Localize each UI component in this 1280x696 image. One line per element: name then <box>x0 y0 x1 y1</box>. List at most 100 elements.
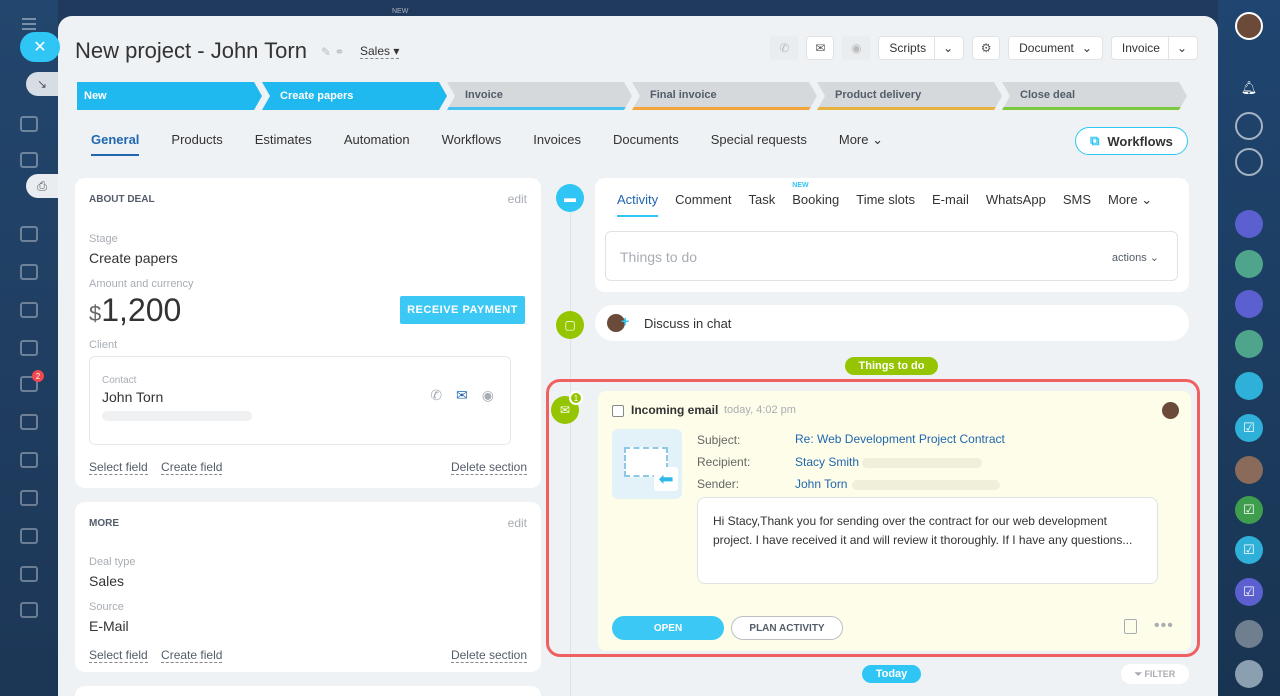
deal-type-label: Deal type <box>89 556 136 568</box>
stage-close-deal[interactable]: Close deal <box>1002 82 1187 110</box>
filter-button[interactable]: ⏷ FILTER <box>1121 664 1189 684</box>
tab-estimates[interactable]: Estimates <box>255 132 312 156</box>
chat-icon[interactable] <box>20 116 38 132</box>
tab-special-requests[interactable]: Special requests <box>711 132 807 156</box>
create-field-link[interactable]: Create field <box>161 460 223 475</box>
select-field-link[interactable]: Select field <box>89 648 148 663</box>
edit-title-icons[interactable]: ✎ ⚭ <box>321 45 344 59</box>
users-icon[interactable] <box>20 414 38 430</box>
email-body[interactable]: Hi Stacy,Thank you for sending over the … <box>697 497 1158 584</box>
subject-link[interactable]: Re: Web Development Project Contract <box>795 432 1005 446</box>
workflows-button[interactable]: ⧉ Workflows <box>1075 127 1188 155</box>
open-button[interactable]: OPEN <box>612 616 724 640</box>
user-avatar-3[interactable] <box>1235 660 1263 688</box>
minimize-tab[interactable]: ↘ <box>26 72 58 96</box>
stage-create-papers[interactable]: Create papers <box>262 82 447 110</box>
app-icon-2[interactable] <box>1235 290 1263 318</box>
note-icon[interactable] <box>1124 619 1137 634</box>
user-avatar-2[interactable] <box>1235 620 1263 648</box>
group-icon-2[interactable] <box>1235 330 1263 358</box>
task-icon-1[interactable]: ☑ <box>1235 414 1263 442</box>
document-button[interactable]: Document ⌄ <box>1008 36 1103 60</box>
delete-section-link[interactable]: Delete section <box>450 460 527 475</box>
delete-section-link[interactable]: Delete section <box>450 648 527 663</box>
activity-tab-whatsapp[interactable]: WhatsApp <box>986 192 1046 217</box>
activity-tab-label: Time slots <box>856 192 915 207</box>
discuss-chat-row[interactable]: + Discuss in chat <box>595 305 1189 341</box>
group-icon-1[interactable] <box>1235 250 1263 278</box>
task-icon-2[interactable]: ☑ <box>1235 496 1263 524</box>
activity-tab-task[interactable]: Task <box>749 192 776 217</box>
actions-dropdown[interactable]: actions ⌄ <box>1112 251 1159 264</box>
bell-icon[interactable]: 🔔︎ <box>1235 74 1263 102</box>
activity-tab-activity[interactable]: Activity <box>617 192 659 217</box>
contact-name[interactable]: John Torn <box>102 389 163 405</box>
board-icon[interactable] <box>20 302 38 318</box>
activity-tab-e-mail[interactable]: E-mail <box>932 192 969 217</box>
card-icon[interactable] <box>20 340 38 356</box>
deal-type-value: Sales <box>89 573 125 589</box>
user-avatar-1[interactable] <box>1235 456 1263 484</box>
file-icon[interactable] <box>20 264 38 280</box>
tab-automation[interactable]: Automation <box>344 132 410 156</box>
activity-tab-more[interactable]: More ⌄ <box>1108 192 1152 217</box>
tab-invoices[interactable]: Invoices <box>533 132 581 156</box>
mail-icon[interactable]: ✉ <box>456 387 468 404</box>
edit-link[interactable]: edit <box>508 192 527 206</box>
settings-button[interactable]: ⚙ <box>972 36 1001 60</box>
activity-tab-comment[interactable]: Comment <box>675 192 731 217</box>
phone-button[interactable]: ✆ <box>770 36 799 60</box>
task-icon-4[interactable]: ☑ <box>1235 578 1263 606</box>
section-links: Select field Create field Delete section <box>89 460 527 475</box>
menu-icon[interactable] <box>22 18 36 20</box>
stage-product-delivery[interactable]: Product delivery <box>817 82 1002 110</box>
check-icon[interactable] <box>20 452 38 468</box>
activity-tab-sms[interactable]: SMS <box>1063 192 1091 217</box>
create-field-link[interactable]: Create field <box>161 648 223 663</box>
document-icon[interactable] <box>20 152 38 168</box>
pulse-icon[interactable] <box>1235 112 1263 140</box>
chat-button[interactable]: ◉ <box>842 36 871 60</box>
activity-tab-time-slots[interactable]: Time slots <box>856 192 915 217</box>
complete-checkbox[interactable] <box>612 405 624 417</box>
message-icon[interactable] <box>1235 372 1263 400</box>
email-button[interactable]: ✉ <box>806 36 835 60</box>
stage-value: Create papers <box>89 250 178 266</box>
sender-link[interactable]: John Torn <box>795 477 847 491</box>
calendar-icon[interactable] <box>20 226 38 242</box>
recipient-link[interactable]: Stacy Smith <box>795 455 859 469</box>
grid-icon[interactable] <box>20 528 38 544</box>
more-options-icon[interactable]: ••• <box>1154 617 1174 635</box>
activity-tab-booking[interactable]: Booking NEW <box>792 182 839 217</box>
receive-payment-button[interactable]: RECEIVE PAYMENT <box>400 296 525 324</box>
todo-input[interactable]: Things to do actions ⌄ <box>605 231 1178 281</box>
tab-general[interactable]: General <box>91 132 140 156</box>
stage-final-invoice[interactable]: Final invoice <box>632 82 817 110</box>
close-button[interactable]: ✕ <box>20 32 60 62</box>
avatar[interactable] <box>1235 12 1263 40</box>
scripts-button[interactable]: Scripts ⌄ <box>878 36 965 60</box>
stage-new[interactable]: New <box>77 82 262 110</box>
task-icon-3[interactable]: ☑ <box>1235 536 1263 564</box>
settings-icon[interactable] <box>20 602 38 618</box>
box-icon[interactable] <box>20 566 38 582</box>
tab-more[interactable]: More ⌄ <box>839 132 883 156</box>
tab-documents[interactable]: Documents <box>613 132 679 156</box>
chat-icon[interactable]: ◉ <box>482 387 494 404</box>
amount-number: 1,200 <box>101 292 182 328</box>
select-field-link[interactable]: Select field <box>89 460 148 475</box>
app-icon-1[interactable] <box>1235 210 1263 238</box>
plan-activity-button[interactable]: PLAN ACTIVITY <box>731 616 843 640</box>
tab-products[interactable]: Products <box>171 132 222 156</box>
chat-search-icon[interactable] <box>1235 148 1263 176</box>
filter-icon[interactable] <box>20 490 38 506</box>
tab-workflows[interactable]: Workflows <box>442 132 502 156</box>
stage-invoice[interactable]: Invoice <box>447 82 632 110</box>
category-selector[interactable]: Sales ▾ <box>360 44 400 59</box>
invoice-button[interactable]: Invoice ⌄ <box>1110 36 1198 60</box>
phone-icon[interactable]: ✆ <box>430 387 442 404</box>
scripts-label: Scripts <box>889 41 927 55</box>
edit-link[interactable]: edit <box>508 516 527 530</box>
highlight-frame: ✉ 1 Incoming email today, 4:02 pm ⬅ Subj… <box>546 379 1200 657</box>
print-tab[interactable]: ⎙ <box>26 174 58 198</box>
